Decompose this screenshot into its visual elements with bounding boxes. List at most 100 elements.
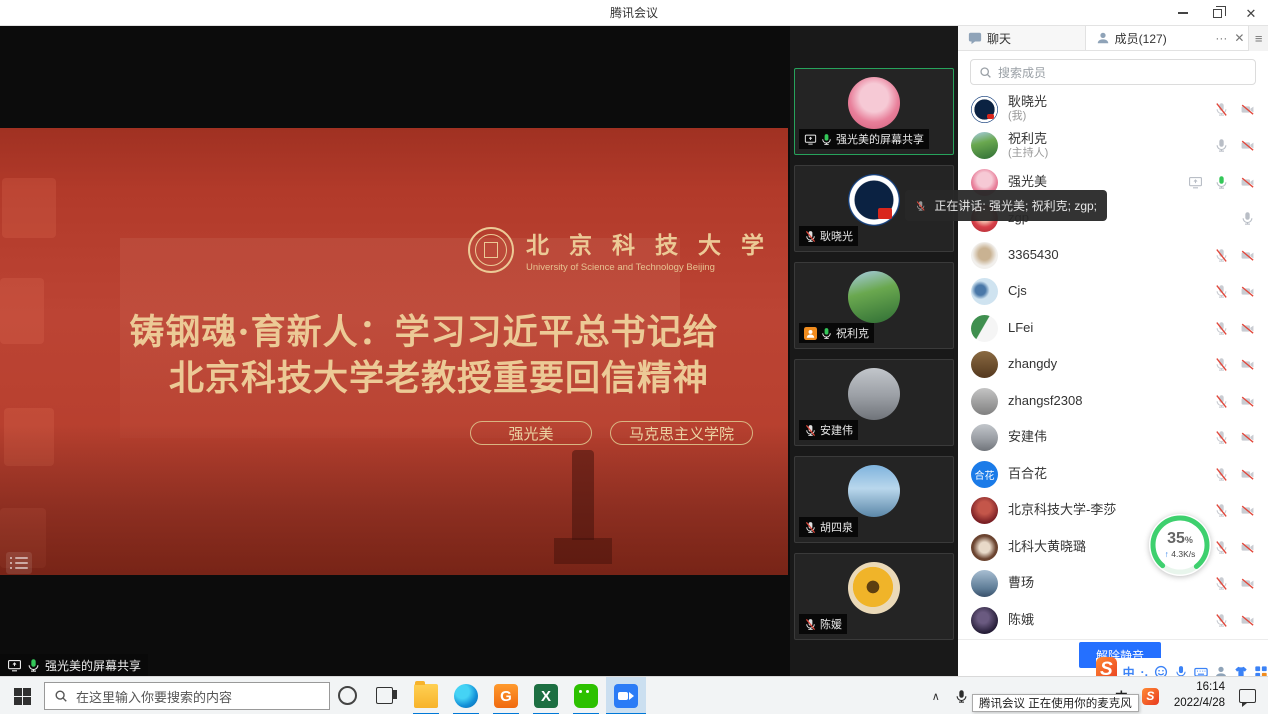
mic-muted-icon[interactable] bbox=[1214, 394, 1229, 409]
thumbnail-name: 祝利克 bbox=[836, 325, 869, 341]
mic-muted-icon[interactable] bbox=[1214, 321, 1229, 336]
member-row[interactable]: Cjs bbox=[958, 274, 1268, 311]
member-avatar bbox=[971, 570, 998, 597]
host-badge-icon bbox=[804, 327, 817, 340]
presenter-list-icon[interactable] bbox=[6, 552, 32, 574]
tab-chat[interactable]: 聊天 bbox=[958, 26, 1086, 50]
member-row[interactable]: LFei bbox=[958, 310, 1268, 347]
member-name: 曹玚 bbox=[1008, 576, 1214, 591]
member-row[interactable]: 北科大黄晓璐 bbox=[958, 529, 1268, 566]
action-center-icon[interactable] bbox=[1239, 689, 1256, 703]
school-badge: 马克思主义学院 bbox=[610, 421, 753, 445]
wechat-icon bbox=[574, 684, 598, 708]
video-thumbnail[interactable]: 胡四泉 bbox=[794, 456, 954, 543]
camera-muted-icon[interactable] bbox=[1240, 321, 1255, 336]
camera-muted-icon[interactable] bbox=[1240, 576, 1255, 591]
thumbnail-name: 安建伟 bbox=[820, 422, 853, 438]
mic-muted-icon[interactable] bbox=[1214, 102, 1229, 117]
mic-muted-icon[interactable] bbox=[1214, 503, 1229, 518]
mic-on-icon[interactable] bbox=[1214, 138, 1229, 153]
taskbar-excel[interactable]: X bbox=[526, 677, 566, 714]
taskbar-browser-g[interactable]: G bbox=[486, 677, 526, 714]
member-avatar bbox=[971, 388, 998, 415]
mic-muted-icon[interactable] bbox=[1214, 576, 1229, 591]
member-row[interactable]: 合花百合花 bbox=[958, 456, 1268, 493]
taskbar-tencent-meeting[interactable] bbox=[606, 677, 646, 714]
camera-muted-icon[interactable] bbox=[1240, 248, 1255, 263]
thumbnail-label: 陈媛 bbox=[799, 614, 847, 634]
speaking-now-tooltip: 正在讲话: 强光美; 祝利克; zgp; bbox=[905, 190, 1107, 221]
panel-menu-button[interactable]: ≡ bbox=[1248, 26, 1268, 51]
mic-muted-icon[interactable] bbox=[1214, 613, 1229, 628]
video-thumbnail[interactable]: 强光美的屏幕共享 bbox=[794, 68, 954, 155]
tray-mic-icon[interactable] bbox=[954, 689, 969, 704]
taskbar-wechat[interactable] bbox=[566, 677, 606, 714]
camera-muted-icon[interactable] bbox=[1240, 138, 1255, 153]
mic-muted-icon[interactable] bbox=[1214, 357, 1229, 372]
member-row[interactable]: 曹玚 bbox=[958, 566, 1268, 603]
panel-close-button[interactable]: ✕ bbox=[1230, 31, 1248, 45]
panel-more-button[interactable]: ··· bbox=[1212, 31, 1230, 45]
mic-active-icon[interactable] bbox=[1214, 175, 1229, 190]
tencent-meeting-icon bbox=[614, 684, 638, 708]
camera-muted-icon[interactable] bbox=[1240, 102, 1255, 117]
member-row[interactable]: zhangdy bbox=[958, 347, 1268, 384]
camera-muted-icon[interactable] bbox=[1240, 430, 1255, 445]
mic-muted-icon[interactable] bbox=[1214, 540, 1229, 555]
ustb-logo: 北 京 科 技 大 学 University of Science and Te… bbox=[468, 226, 770, 273]
taskbar-edge[interactable] bbox=[446, 677, 486, 714]
video-thumbnail[interactable]: 安建伟 bbox=[794, 359, 954, 446]
camera-muted-icon[interactable] bbox=[1240, 613, 1255, 628]
taskbar-file-explorer[interactable] bbox=[406, 677, 446, 714]
member-name: zhangsf2308 bbox=[1008, 394, 1214, 409]
tray-hidden-icons-button[interactable]: ∧ bbox=[932, 690, 940, 703]
tray-clock[interactable]: 16:14 2022/4/28 bbox=[1174, 680, 1225, 711]
member-row[interactable]: zhangsf2308 bbox=[958, 383, 1268, 420]
member-name: Cjs bbox=[1008, 284, 1214, 299]
member-avatar bbox=[971, 242, 998, 269]
tray-sogou-icon[interactable]: S bbox=[1142, 688, 1159, 705]
mic-on-icon[interactable] bbox=[1240, 211, 1255, 226]
thumbnail-name: 胡四泉 bbox=[820, 519, 853, 535]
chat-icon bbox=[968, 31, 982, 45]
mic-muted-icon[interactable] bbox=[1214, 467, 1229, 482]
close-button[interactable]: ✕ bbox=[1234, 0, 1268, 26]
camera-muted-icon[interactable] bbox=[1240, 467, 1255, 482]
ustb-name-en: University of Science and Technology Bei… bbox=[526, 262, 770, 273]
mic-muted-icon[interactable] bbox=[1214, 248, 1229, 263]
video-thumbnail[interactable]: 陈媛 bbox=[794, 553, 954, 640]
camera-muted-icon[interactable] bbox=[1240, 175, 1255, 190]
member-row[interactable]: 耿晓光(我) bbox=[958, 91, 1268, 128]
video-thumbnail[interactable]: 祝利克 bbox=[794, 262, 954, 349]
camera-muted-icon[interactable] bbox=[1240, 503, 1255, 518]
task-view-button[interactable] bbox=[376, 687, 393, 704]
member-row[interactable]: 陈娥 bbox=[958, 602, 1268, 639]
member-row[interactable]: 安建伟 bbox=[958, 420, 1268, 457]
minimize-button[interactable] bbox=[1166, 0, 1200, 26]
ustb-seal-icon bbox=[468, 227, 514, 273]
taskbar-search-input[interactable]: 在这里输入你要搜索的内容 bbox=[44, 682, 330, 710]
member-row[interactable]: 3365430 bbox=[958, 237, 1268, 274]
member-avatar bbox=[971, 424, 998, 451]
member-row[interactable]: 北京科技大学-李莎 bbox=[958, 493, 1268, 530]
restore-button[interactable] bbox=[1200, 0, 1234, 26]
tab-members[interactable]: 成员(127) bbox=[1086, 26, 1213, 50]
screen-share-icon bbox=[804, 133, 817, 146]
camera-muted-icon[interactable] bbox=[1240, 284, 1255, 299]
member-name: 耿晓光 bbox=[1008, 95, 1214, 110]
start-button[interactable] bbox=[0, 677, 44, 714]
speaking-now-text: 正在讲话: 强光美; 祝利克; zgp; bbox=[934, 197, 1097, 214]
mic-muted-icon[interactable] bbox=[1214, 284, 1229, 299]
statue-silhouette bbox=[572, 450, 594, 540]
camera-muted-icon[interactable] bbox=[1240, 357, 1255, 372]
member-name: 百合花 bbox=[1008, 467, 1214, 482]
camera-muted-icon[interactable] bbox=[1240, 394, 1255, 409]
camera-muted-icon[interactable] bbox=[1240, 540, 1255, 555]
mic-muted-icon[interactable] bbox=[1214, 430, 1229, 445]
member-list[interactable]: 耿晓光(我)祝利克(主持人)强光美zgp3365430CjsLFeizhangd… bbox=[958, 91, 1268, 639]
member-search-input[interactable]: 搜索成员 bbox=[970, 59, 1256, 85]
search-icon bbox=[979, 66, 992, 79]
member-row[interactable]: 祝利克(主持人) bbox=[958, 128, 1268, 165]
progress-ring-icon bbox=[1149, 514, 1211, 576]
cortana-button[interactable] bbox=[338, 686, 357, 705]
